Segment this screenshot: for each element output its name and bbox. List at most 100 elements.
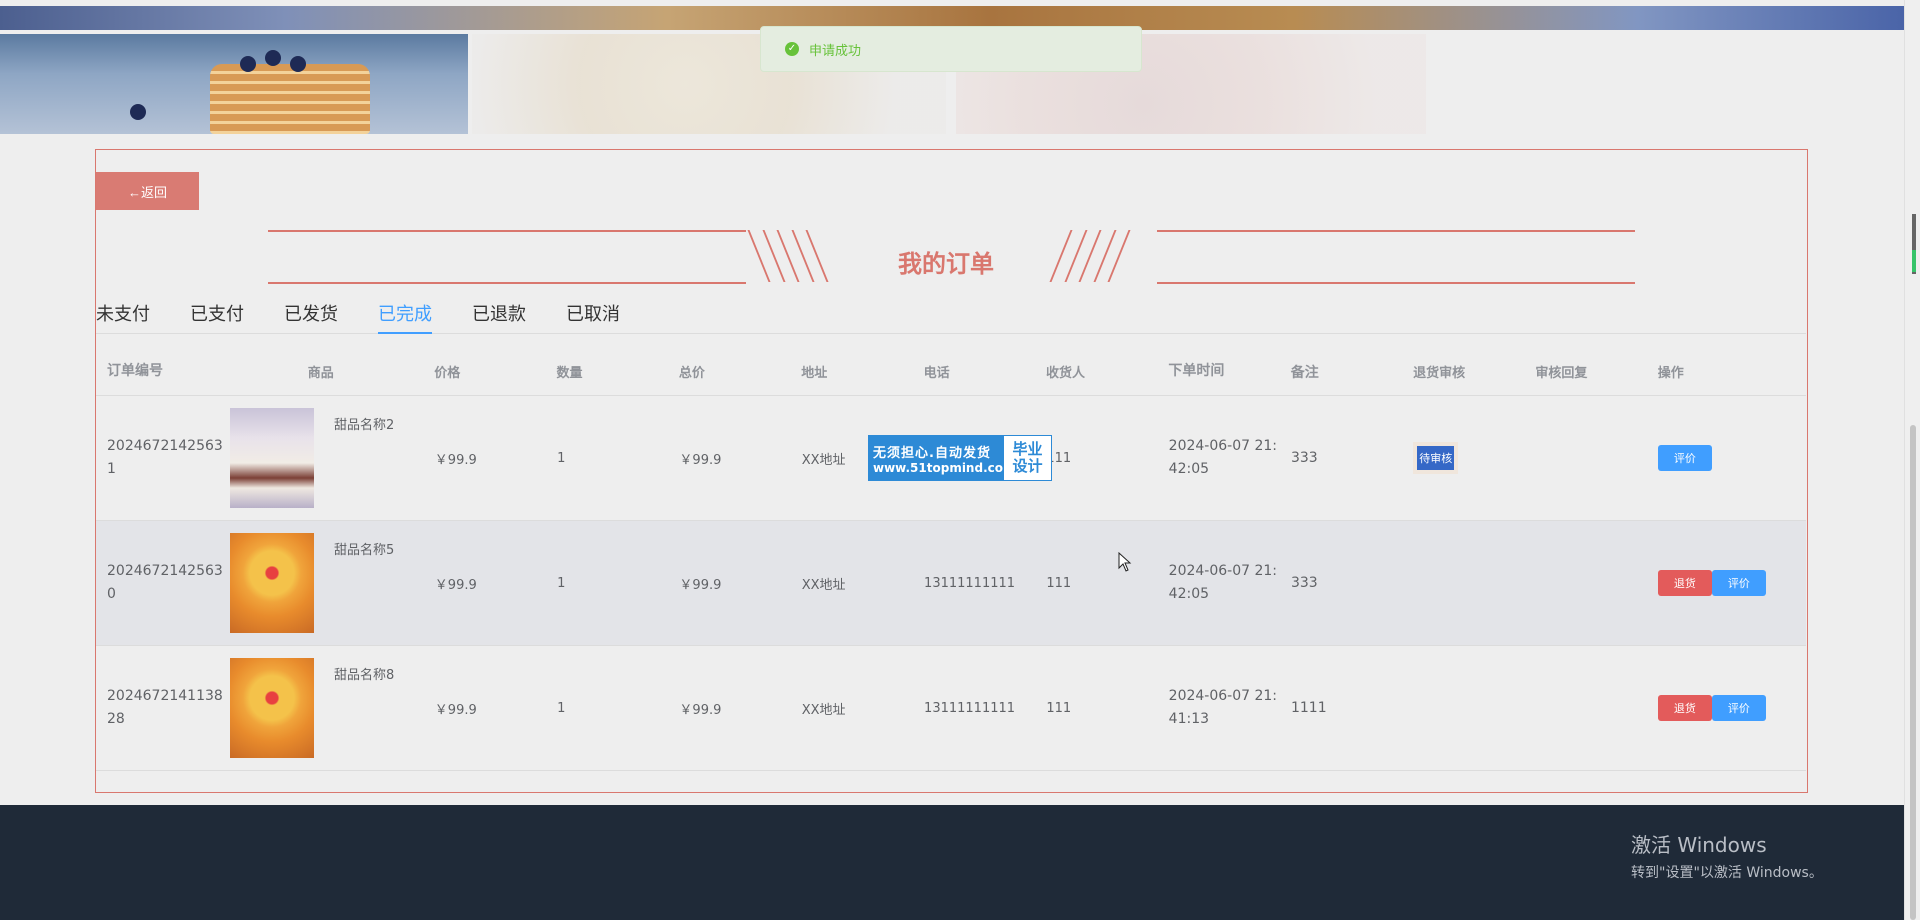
order-time-cell: 2024-06-07 21: 42:05 bbox=[1158, 435, 1280, 481]
product-image[interactable] bbox=[230, 533, 314, 633]
column-header: 备注 bbox=[1290, 364, 1319, 381]
price-cell: ￥99.9 bbox=[434, 702, 477, 718]
tab-unpaid[interactable]: 未支付 bbox=[96, 300, 150, 334]
return-button[interactable]: 退货 bbox=[1657, 570, 1712, 596]
pancake-stack-graphic bbox=[210, 64, 370, 134]
column-header: 电话 bbox=[923, 366, 950, 381]
phone-cell: 13111111111 bbox=[924, 700, 1016, 716]
tab-shipped[interactable]: 已发货 bbox=[284, 300, 338, 334]
actions-cell: 评价 bbox=[1647, 445, 1806, 471]
success-toast: ✓ 申请成功 bbox=[760, 26, 1142, 72]
tab-refunded[interactable]: 已退款 bbox=[472, 300, 526, 334]
scroll-thumb[interactable] bbox=[1910, 425, 1916, 920]
goods-cell: 甜品名称8 bbox=[219, 658, 424, 758]
order-time: 2024-06-07 21: bbox=[1168, 438, 1278, 454]
order-id-cell: 2024672142563 0 bbox=[96, 560, 223, 606]
divider-line bbox=[268, 282, 746, 284]
actions-cell: 退货 评价 bbox=[1647, 695, 1806, 721]
address-cell: XX地址 bbox=[801, 702, 846, 718]
slash-decoration bbox=[1049, 230, 1131, 282]
receiver-cell: 111 bbox=[1046, 575, 1072, 591]
tab-cancelled[interactable]: 已取消 bbox=[566, 300, 620, 334]
order-id: 1 bbox=[107, 461, 116, 477]
windows-activation-watermark: 激活 Windows 转到"设置"以激活 Windows。 bbox=[1631, 829, 1823, 882]
column-header: 操作 bbox=[1657, 366, 1684, 381]
price-cell: ￥99.9 bbox=[434, 577, 477, 593]
order-status-tabs: 未支付 已支付 已发货 已完成 已退款 已取消 bbox=[96, 300, 1806, 334]
order-time: 41:13 bbox=[1168, 711, 1210, 727]
goods-cell: 甜品名称2 bbox=[219, 408, 424, 508]
ad-badge-line: 毕业 bbox=[1012, 440, 1043, 458]
toast-message: 申请成功 bbox=[809, 43, 862, 59]
address-cell: XX地址 bbox=[801, 577, 846, 593]
quantity-cell: 1 bbox=[557, 700, 566, 716]
dessert-thumbnail-pancakes[interactable] bbox=[0, 34, 468, 134]
total-cell: ￥99.9 bbox=[679, 702, 722, 718]
watermark-ad[interactable]: 无须担心.自动发货 www.51topmind.com 毕业 设计 bbox=[868, 435, 1052, 481]
back-button[interactable]: ←返回 bbox=[96, 172, 199, 210]
table-header: 订单编号 商品 价格 数量 总价 地址 电话 收货人 下单时间 备注 退货审核 … bbox=[96, 348, 1806, 396]
berry-graphic bbox=[265, 50, 281, 66]
activation-subtitle: 转到"设置"以激活 Windows。 bbox=[1631, 865, 1823, 881]
ad-url: www.51topmind.com bbox=[873, 460, 1016, 475]
order-time: 42:05 bbox=[1168, 461, 1210, 477]
receiver-cell: 111 bbox=[1046, 450, 1072, 466]
product-image[interactable] bbox=[230, 658, 314, 758]
product-image[interactable] bbox=[230, 408, 314, 508]
column-header: 商品 bbox=[307, 366, 334, 381]
actions-cell: 退货 评价 bbox=[1647, 570, 1806, 596]
order-id: 0 bbox=[107, 586, 116, 602]
check-circle-icon: ✓ bbox=[785, 42, 799, 56]
total-cell: ￥99.9 bbox=[679, 452, 722, 468]
tab-paid[interactable]: 已支付 bbox=[190, 300, 244, 334]
order-id: 2024672142563 bbox=[107, 438, 223, 454]
review-button[interactable]: 评价 bbox=[1711, 570, 1766, 596]
remark-cell: 333 bbox=[1290, 450, 1318, 466]
page-title-decoration: 我的订单 bbox=[268, 228, 1635, 288]
table-row: 2024672142563 0 甜品名称5 ￥99.9 1 ￥99.9 XX地址… bbox=[96, 521, 1806, 646]
ad-badge-line: 设计 bbox=[1012, 457, 1043, 475]
goods-cell: 甜品名称5 bbox=[219, 533, 424, 633]
page-title: 我的订单 bbox=[898, 250, 994, 278]
order-id: 2024672142563 bbox=[107, 563, 223, 579]
column-header: 价格 bbox=[434, 366, 461, 381]
divider-line bbox=[1157, 282, 1635, 284]
product-name: 甜品名称5 bbox=[334, 543, 395, 558]
column-header: 总价 bbox=[678, 366, 705, 381]
return-button[interactable]: 退货 bbox=[1657, 695, 1712, 721]
column-header: 订单编号 bbox=[107, 363, 163, 379]
price-cell: ￥99.9 bbox=[434, 452, 477, 468]
order-id: 2024672141138 bbox=[107, 688, 223, 704]
quantity-cell: 1 bbox=[557, 450, 566, 466]
divider-line bbox=[1157, 230, 1635, 232]
berry-graphic bbox=[130, 104, 146, 120]
berry-graphic bbox=[290, 56, 306, 72]
column-header: 审核回复 bbox=[1535, 366, 1588, 381]
status-badge: 待审核 bbox=[1413, 442, 1459, 474]
review-button[interactable]: 评价 bbox=[1711, 695, 1766, 721]
berry-graphic bbox=[240, 56, 256, 72]
ad-text: 无须担心.自动发货 www.51topmind.com bbox=[869, 436, 1016, 480]
ad-badge: 毕业 设计 bbox=[1004, 436, 1051, 480]
remark-cell: 333 bbox=[1290, 575, 1318, 591]
order-id-cell: 2024672142563 1 bbox=[96, 435, 223, 481]
audit-status: 待审核 bbox=[1417, 446, 1455, 470]
tab-completed[interactable]: 已完成 bbox=[378, 300, 432, 334]
column-header: 下单时间 bbox=[1168, 363, 1225, 379]
divider-line bbox=[268, 230, 746, 232]
page-scrollbar[interactable] bbox=[1904, 0, 1920, 920]
product-name: 甜品名称8 bbox=[334, 668, 395, 683]
phone-cell: 13111111111 bbox=[924, 575, 1016, 591]
order-id-cell: 2024672141138 28 bbox=[96, 685, 223, 731]
order-time-cell: 2024-06-07 21: 42:05 bbox=[1158, 560, 1280, 606]
remark-cell: 1111 bbox=[1290, 700, 1327, 716]
ad-slogan: 无须担心.自动发货 bbox=[873, 445, 991, 461]
column-header: 收货人 bbox=[1045, 366, 1085, 381]
orders-table: 订单编号 商品 价格 数量 总价 地址 电话 收货人 下单时间 备注 退货审核 … bbox=[96, 348, 1806, 771]
column-header: 数量 bbox=[556, 366, 583, 381]
order-time-cell: 2024-06-07 21: 41:13 bbox=[1158, 685, 1280, 731]
review-button[interactable]: 评价 bbox=[1657, 445, 1712, 471]
column-header: 地址 bbox=[801, 366, 828, 381]
receiver-cell: 111 bbox=[1046, 700, 1072, 716]
audit-cell: 待审核 bbox=[1402, 442, 1524, 474]
